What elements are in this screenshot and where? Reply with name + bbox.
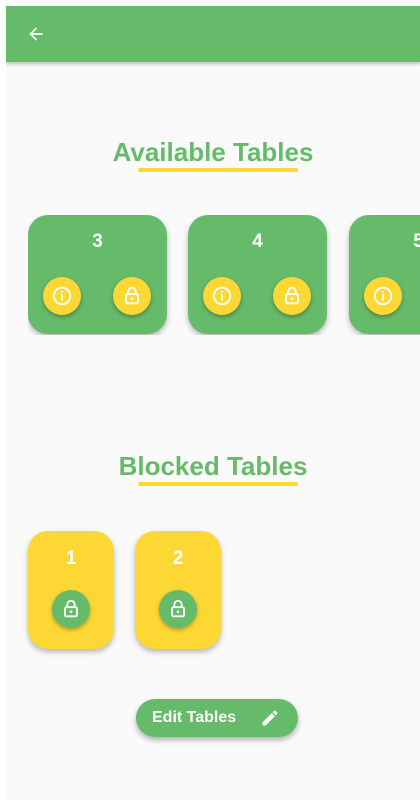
- pencil-icon: [262, 710, 278, 726]
- available-tables-title: Available Tables: [112, 137, 314, 167]
- lock-open-icon: [125, 286, 139, 305]
- available-tables-list[interactable]: 3 4 5: [28, 215, 420, 335]
- edit-tables-button[interactable]: Edit Tables: [136, 699, 298, 737]
- blocked-title-underline: [138, 482, 298, 486]
- lock-open-icon: [64, 599, 78, 618]
- unblock-table-button[interactable]: [159, 590, 197, 628]
- edit-tables-label: Edit Tables: [152, 709, 237, 726]
- screen: Available Tables 3 4 5 Blocked Tables 1 …: [6, 6, 420, 800]
- table-number: 5: [413, 231, 420, 252]
- info-icon: [212, 286, 232, 306]
- table-number: 1: [65, 548, 77, 569]
- blocked-table-card-1[interactable]: 1: [28, 531, 114, 649]
- back-button[interactable]: [22, 20, 50, 48]
- table-card-4[interactable]: 4: [188, 215, 327, 334]
- arrow-left-icon: [29, 27, 43, 41]
- info-icon: [52, 286, 72, 306]
- table-info-button[interactable]: [203, 277, 241, 315]
- table-lock-button[interactable]: [113, 277, 151, 315]
- table-lock-button[interactable]: [273, 277, 311, 315]
- table-number: 4: [252, 231, 263, 252]
- app-bar: [6, 6, 420, 62]
- table-card-3[interactable]: 3: [28, 215, 167, 334]
- available-title-underline: [138, 168, 298, 172]
- lock-open-icon: [285, 286, 299, 305]
- lock-open-icon: [171, 599, 185, 618]
- table-number: 2: [172, 548, 184, 569]
- table-card-5[interactable]: 5: [349, 215, 420, 334]
- unblock-table-button[interactable]: [52, 590, 90, 628]
- table-info-button[interactable]: [364, 277, 402, 315]
- table-number: 3: [92, 231, 103, 252]
- info-icon: [373, 286, 393, 306]
- table-info-button[interactable]: [43, 277, 81, 315]
- blocked-tables-title: Blocked Tables: [118, 451, 308, 481]
- blocked-table-card-2[interactable]: 2: [135, 531, 221, 649]
